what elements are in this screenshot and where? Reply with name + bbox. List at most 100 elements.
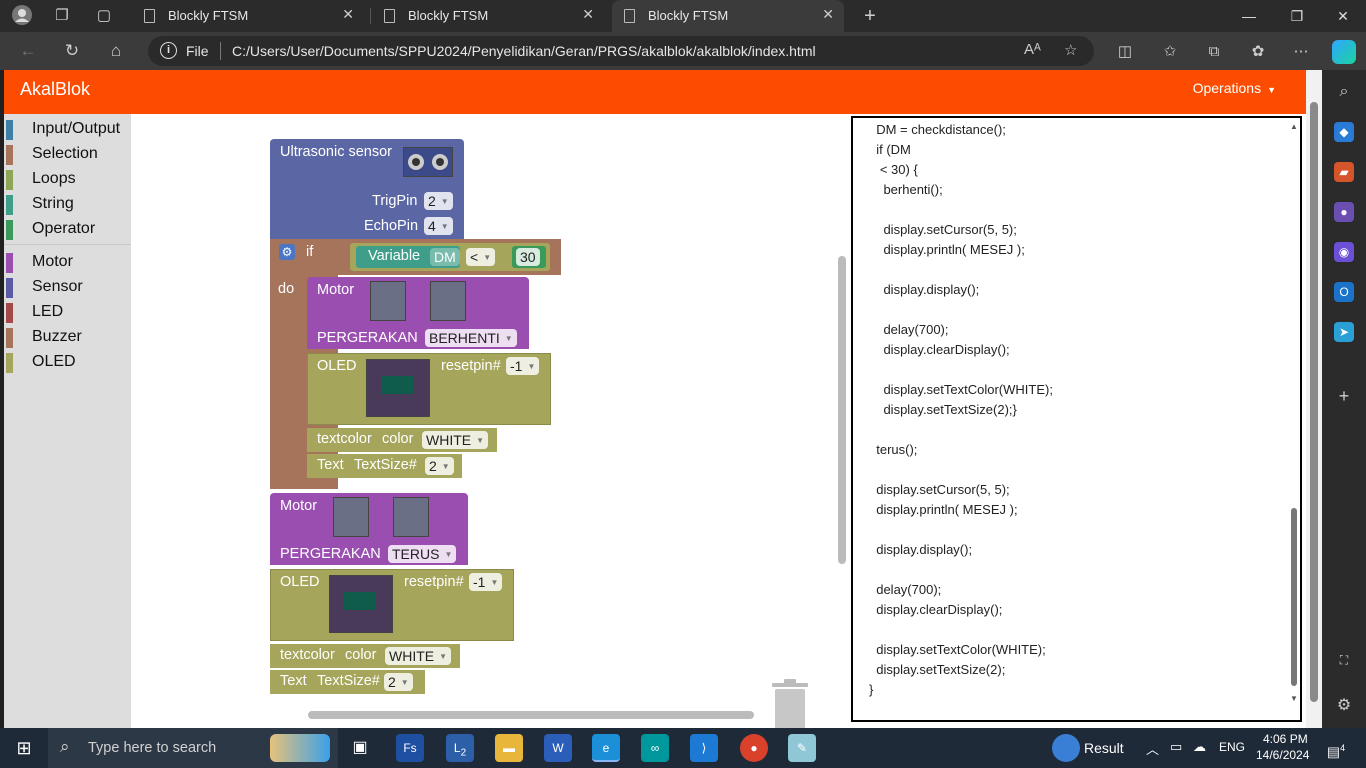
workspace-vertical-scrollbar[interactable] (838, 256, 846, 564)
weather-label[interactable]: Result (1084, 740, 1124, 756)
profile-icon[interactable] (10, 4, 34, 28)
scroll-up-icon[interactable]: ▲ (1290, 122, 1298, 131)
minimize-icon[interactable]: — (1226, 4, 1272, 28)
close-tab-icon[interactable]: ✕ (342, 6, 354, 23)
category-oled[interactable]: OLED (4, 351, 131, 375)
arduino-icon[interactable]: ∞ (641, 734, 669, 762)
variable-dropdown[interactable]: DM (430, 248, 460, 266)
workspaces-icon[interactable]: ❐ (50, 4, 74, 28)
textsize-block-2[interactable]: Text TextSize# 2 ▼ (270, 670, 425, 694)
resetpin-dropdown[interactable]: -1 ▼ (506, 357, 540, 375)
copilot-sidebar-icon[interactable]: ◉ (1334, 242, 1354, 262)
category-selection[interactable]: Selection (4, 143, 131, 167)
tab-actions-icon[interactable]: ▢ (92, 4, 116, 28)
windows-start-icon[interactable]: ⊞ (10, 734, 38, 762)
cloud-icon[interactable]: ☁ (1193, 739, 1206, 755)
battery-icon[interactable]: ▭ (1170, 739, 1182, 755)
collections-icon[interactable]: ⧉ (1202, 40, 1226, 64)
favorites-icon[interactable]: ✩ (1158, 40, 1182, 64)
taskbar-search[interactable]: ⌕ Type here to search (48, 728, 338, 768)
textcolor-block-2[interactable]: textcolor color WHITE ▼ (270, 644, 460, 668)
ultrasonic-block[interactable]: Ultrasonic sensor TrigPin 2 ▼ EchoPin 4 ▼ (270, 139, 464, 239)
movement-dropdown[interactable]: BERHENTI ▼ (425, 329, 517, 347)
category-sensor[interactable]: Sensor (4, 276, 131, 300)
new-tab-icon[interactable]: + (858, 4, 882, 28)
fs-app-icon[interactable]: Fs (396, 734, 424, 762)
language-indicator[interactable]: ENG (1219, 740, 1245, 754)
chrome-icon[interactable]: ● (740, 734, 768, 762)
edge-icon[interactable]: e (592, 734, 620, 762)
clock-time[interactable]: 4:06 PM (1263, 732, 1308, 746)
motor-block-1[interactable]: Motor PERGERAKAN BERHENTI ▼ (307, 277, 529, 349)
close-tab-icon[interactable]: ✕ (582, 6, 594, 23)
extensions-icon[interactable]: ✿ (1246, 40, 1270, 64)
code-scroll-thumb[interactable] (1291, 508, 1297, 686)
read-aloud-icon[interactable]: Aᴬ (1024, 41, 1041, 58)
notepad-icon[interactable]: ✎ (788, 734, 816, 762)
add-app-icon[interactable]: + (1334, 386, 1354, 406)
category-loops[interactable]: Loops (4, 168, 131, 192)
tab-2[interactable]: Blockly FTSM ✕ (372, 0, 604, 32)
app-brand[interactable]: AkalBlok (20, 79, 90, 100)
task-view-icon[interactable]: ▣ (346, 734, 374, 762)
category-operator[interactable]: Operator (4, 218, 131, 242)
outlook-icon[interactable]: O (1334, 282, 1354, 302)
home-icon[interactable]: ⌂ (102, 38, 130, 64)
people-icon[interactable]: ● (1334, 202, 1354, 222)
movement-dropdown[interactable]: TERUS ▼ (388, 545, 457, 563)
screenshot-icon[interactable]: ⛶ (1334, 650, 1354, 670)
vscode-icon[interactable]: ⟩ (690, 734, 718, 762)
page-scroll-thumb[interactable] (1310, 102, 1318, 702)
textcolor-block-1[interactable]: textcolor color WHITE ▼ (307, 428, 497, 452)
weather-icon[interactable] (1052, 734, 1080, 762)
page-vertical-scrollbar[interactable] (1306, 70, 1322, 728)
code-output-panel[interactable]: ▲ ▼ DM = checkdistance(); if (DM < 30) {… (851, 116, 1302, 722)
trash-can-icon[interactable] (772, 679, 808, 728)
textsize-block-1[interactable]: Text TextSize# 2 ▼ (307, 454, 462, 478)
search-icon[interactable]: ⌕ (1334, 82, 1354, 102)
workspace-horizontal-scrollbar[interactable] (308, 711, 754, 719)
split-screen-icon[interactable]: ◫ (1113, 40, 1137, 64)
url-text[interactable]: C:/Users/User/Documents/SPPU2024/Penyeli… (232, 43, 816, 59)
compare-block[interactable]: Variable DM < ▼ 30 (350, 243, 550, 271)
scroll-down-icon[interactable]: ▼ (1290, 694, 1298, 703)
oled-block-1[interactable]: OLED resetpin# -1 ▼ (307, 353, 551, 425)
restore-icon[interactable]: ❐ (1274, 4, 1320, 28)
close-tab-icon[interactable]: ✕ (822, 6, 834, 23)
tab-1[interactable]: Blockly FTSM ✕ (132, 0, 364, 32)
notification-icon[interactable]: ▤4 (1322, 734, 1350, 762)
more-menu-icon[interactable]: ⋯ (1289, 40, 1313, 64)
back-icon[interactable]: ← (14, 38, 42, 64)
category-buzzer[interactable]: Buzzer (4, 326, 131, 350)
operator-dropdown[interactable]: < ▼ (466, 248, 496, 266)
tab-3-active[interactable]: Blockly FTSM ✕ (612, 0, 844, 32)
address-bar[interactable]: i File C:/Users/User/Documents/SPPU2024/… (148, 36, 1094, 66)
color-dropdown[interactable]: WHITE ▼ (422, 431, 489, 449)
tools-icon[interactable]: ▰ (1334, 162, 1354, 182)
color-dropdown[interactable]: WHITE ▼ (385, 647, 452, 665)
gear-icon[interactable]: ⚙ (279, 244, 295, 260)
word-icon[interactable]: W (544, 734, 572, 762)
textsize-dropdown[interactable]: 2 ▼ (384, 673, 413, 691)
resetpin-dropdown[interactable]: -1 ▼ (469, 573, 503, 591)
code-scrollbar[interactable]: ▲ ▼ (1290, 122, 1298, 703)
tray-chevron-icon[interactable]: ︿ (1146, 739, 1159, 758)
trigpin-dropdown[interactable]: 2 ▼ (424, 192, 453, 210)
number-field[interactable]: 30 (516, 248, 540, 266)
motor-block-2[interactable]: Motor PERGERAKAN TERUS ▼ (270, 493, 468, 565)
oled-block-2[interactable]: OLED resetpin# -1 ▼ (270, 569, 514, 641)
settings-gear-icon[interactable]: ⚙ (1334, 696, 1354, 716)
category-input-output[interactable]: Input/Output (4, 118, 131, 142)
echopin-dropdown[interactable]: 4 ▼ (424, 217, 453, 235)
number-block[interactable]: 30 (512, 246, 546, 268)
category-motor[interactable]: Motor (4, 251, 131, 275)
variable-block[interactable]: Variable DM (356, 246, 460, 268)
info-icon[interactable]: i (160, 42, 177, 59)
operations-menu[interactable]: Operations ▼ (1193, 80, 1276, 96)
category-led[interactable]: LED (4, 301, 131, 325)
textsize-dropdown[interactable]: 2 ▼ (425, 457, 454, 475)
file-explorer-icon[interactable]: ▬ (495, 734, 523, 762)
category-string[interactable]: String (4, 193, 131, 217)
copilot-icon[interactable] (1332, 40, 1356, 64)
refresh-icon[interactable]: ↻ (58, 38, 86, 64)
